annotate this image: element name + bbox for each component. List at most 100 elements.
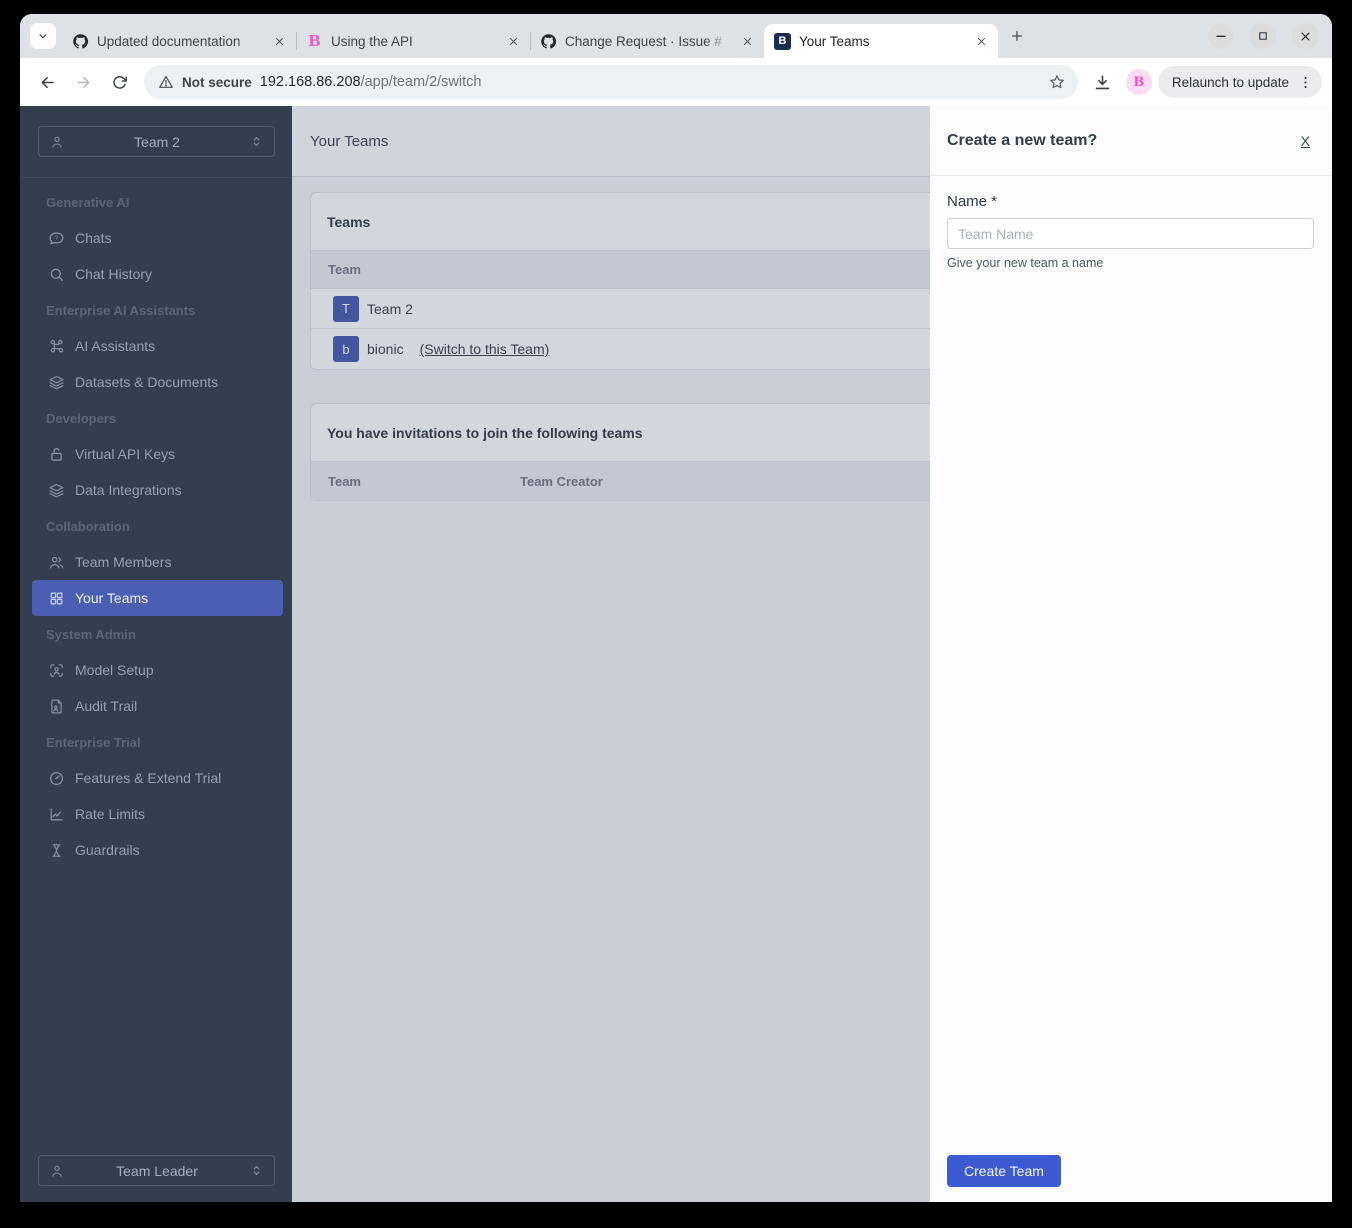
switch-to-team-link[interactable]: (Switch to this Team) xyxy=(420,341,550,357)
nav-section-generative-ai: Generative AI xyxy=(46,194,130,210)
sidebar-item-guardrails[interactable]: Guardrails xyxy=(32,832,283,868)
table-row: T Team 2 xyxy=(311,289,930,329)
sidebar-item-chats[interactable]: Chats xyxy=(32,220,283,256)
window-controls xyxy=(1208,23,1332,49)
new-tab-button[interactable] xyxy=(1004,23,1030,49)
team-name-input[interactable] xyxy=(947,218,1314,249)
sidebar-item-label: Rate Limits xyxy=(75,806,146,822)
tab-label: Updated documentation xyxy=(97,33,241,49)
chevron-updown-icon xyxy=(249,1163,264,1178)
reload-button[interactable] xyxy=(102,65,136,99)
sidebar-item-label: Your Teams xyxy=(75,590,149,606)
team-name: Team 2 xyxy=(367,300,413,317)
user-scan-icon xyxy=(48,662,65,679)
url-text[interactable]: 192.168.86.208/app/team/2/switch xyxy=(260,74,1040,90)
document-icon xyxy=(48,698,65,715)
team-avatar: b xyxy=(333,336,359,362)
team-avatar: T xyxy=(333,295,359,322)
teams-table-header: Team xyxy=(311,251,930,289)
teams-card: Teams Team T Team 2 b bionic (Switch to … xyxy=(310,192,930,370)
role-selector[interactable]: Team Leader xyxy=(38,1155,275,1186)
url-bar[interactable]: Not secure 192.168.86.208/app/team/2/swi… xyxy=(144,65,1078,99)
drawer-body: Name * Give your new team a name xyxy=(930,176,1332,270)
tab-label: Change Request · Issue # xyxy=(565,33,722,49)
drawer-header: Create a new team? X xyxy=(930,106,1332,176)
page-body: Teams Team T Team 2 b bionic (Switch to … xyxy=(292,177,930,501)
sidebar-item-your-teams[interactable]: Your Teams xyxy=(32,580,283,616)
tab-using-the-api[interactable]: B Using the API xyxy=(296,24,530,58)
desktop-background: Updated documentation B Using the API Ch… xyxy=(0,0,1352,1228)
sidebar-item-chat-history[interactable]: Chat History xyxy=(32,256,283,292)
column-team-creator: Team Creator xyxy=(520,473,603,489)
team-selector-label: Team 2 xyxy=(134,133,180,150)
minimize-button[interactable] xyxy=(1208,23,1234,49)
tab-close-icon[interactable] xyxy=(270,32,288,50)
role-selector-label: Team Leader xyxy=(116,1162,198,1179)
sidebar-item-team-members[interactable]: Team Members xyxy=(32,544,283,580)
layers-icon xyxy=(48,374,65,391)
tab-your-teams[interactable]: B Your Teams xyxy=(764,24,998,58)
sidebar-item-data-integrations[interactable]: Data Integrations xyxy=(32,472,283,508)
unlock-icon xyxy=(48,446,65,463)
sidebar-item-rate-limits[interactable]: Rate Limits xyxy=(32,796,283,832)
relaunch-label: Relaunch to update xyxy=(1171,74,1289,90)
users-icon xyxy=(48,554,65,571)
nav-section-system-admin: System Admin xyxy=(46,626,136,642)
drawer-close-button[interactable]: X xyxy=(1301,133,1310,149)
maximize-button[interactable] xyxy=(1250,23,1276,49)
sidebar-item-label: Chat History xyxy=(75,266,153,282)
app-favicon-icon: B xyxy=(774,32,791,50)
tab-close-icon[interactable] xyxy=(504,32,522,50)
sidebar-item-features-extend-trial[interactable]: Features & Extend Trial xyxy=(32,760,283,796)
sidebar-item-label: Model Setup xyxy=(75,662,154,678)
guardrails-icon xyxy=(48,842,65,859)
chat-question-icon xyxy=(48,230,65,247)
tab-updated-documentation[interactable]: Updated documentation xyxy=(62,24,296,58)
sidebar: Team 2 Generative AI Chats Chat History … xyxy=(20,106,292,1202)
sidebar-item-label: AI Assistants xyxy=(75,338,156,354)
column-team: Team xyxy=(328,473,361,489)
tab-label: Your Teams xyxy=(799,33,870,49)
sidebar-item-virtual-api-keys[interactable]: Virtual API Keys xyxy=(32,436,283,472)
tab-close-icon[interactable] xyxy=(738,32,756,50)
name-field-help: Give your new team a name xyxy=(947,256,1104,270)
sidebar-item-model-setup[interactable]: Model Setup xyxy=(32,652,283,688)
gauge-icon xyxy=(48,770,65,787)
create-team-button[interactable]: Create Team xyxy=(947,1155,1061,1187)
person-icon xyxy=(49,134,65,150)
tab-search-button[interactable] xyxy=(30,23,56,49)
tab-change-request[interactable]: Change Request · Issue # xyxy=(530,24,764,58)
forward-button[interactable] xyxy=(66,65,100,99)
sidebar-item-label: Datasets & Documents xyxy=(75,374,219,390)
person-icon xyxy=(49,1163,65,1179)
downloads-button[interactable] xyxy=(1086,65,1120,99)
command-icon xyxy=(48,338,65,355)
bookmark-star-icon[interactable] xyxy=(1048,73,1066,91)
name-field-label: Name * xyxy=(947,193,998,210)
sidebar-item-audit-trail[interactable]: Audit Trail xyxy=(32,688,283,724)
invitations-card-title: You have invitations to join the followi… xyxy=(311,404,930,462)
extension-icon[interactable]: B xyxy=(1125,69,1152,95)
close-button[interactable] xyxy=(1292,23,1318,49)
team-selector[interactable]: Team 2 xyxy=(38,126,275,157)
sidebar-item-label: Features & Extend Trial xyxy=(75,770,222,786)
nav-section-enterprise-trial: Enterprise Trial xyxy=(46,734,141,750)
security-label[interactable]: Not secure xyxy=(182,75,252,90)
bionic-favicon-icon: B xyxy=(308,32,321,50)
invitations-card: You have invitations to join the followi… xyxy=(310,403,930,501)
relaunch-to-update-button[interactable]: Relaunch to update xyxy=(1157,66,1322,98)
tab-close-icon[interactable] xyxy=(972,32,990,50)
browser-menu-icon[interactable] xyxy=(1297,74,1314,91)
sidebar-item-label: Guardrails xyxy=(75,842,140,858)
main-content: Your Teams Teams Team T Team 2 b bionic … xyxy=(292,106,930,1202)
chevron-updown-icon xyxy=(249,134,264,149)
page-title: Your Teams xyxy=(310,132,389,150)
back-button[interactable] xyxy=(30,65,64,99)
sidebar-item-label: Data Integrations xyxy=(75,482,182,498)
sidebar-item-ai-assistants[interactable]: AI Assistants xyxy=(32,328,283,364)
tab-bar: Updated documentation B Using the API Ch… xyxy=(20,14,1332,58)
tab-label: Using the API xyxy=(331,33,413,49)
sidebar-item-datasets-documents[interactable]: Datasets & Documents xyxy=(32,364,283,400)
teams-card-title: Teams xyxy=(311,193,930,251)
table-row: b bionic (Switch to this Team) xyxy=(311,329,930,369)
